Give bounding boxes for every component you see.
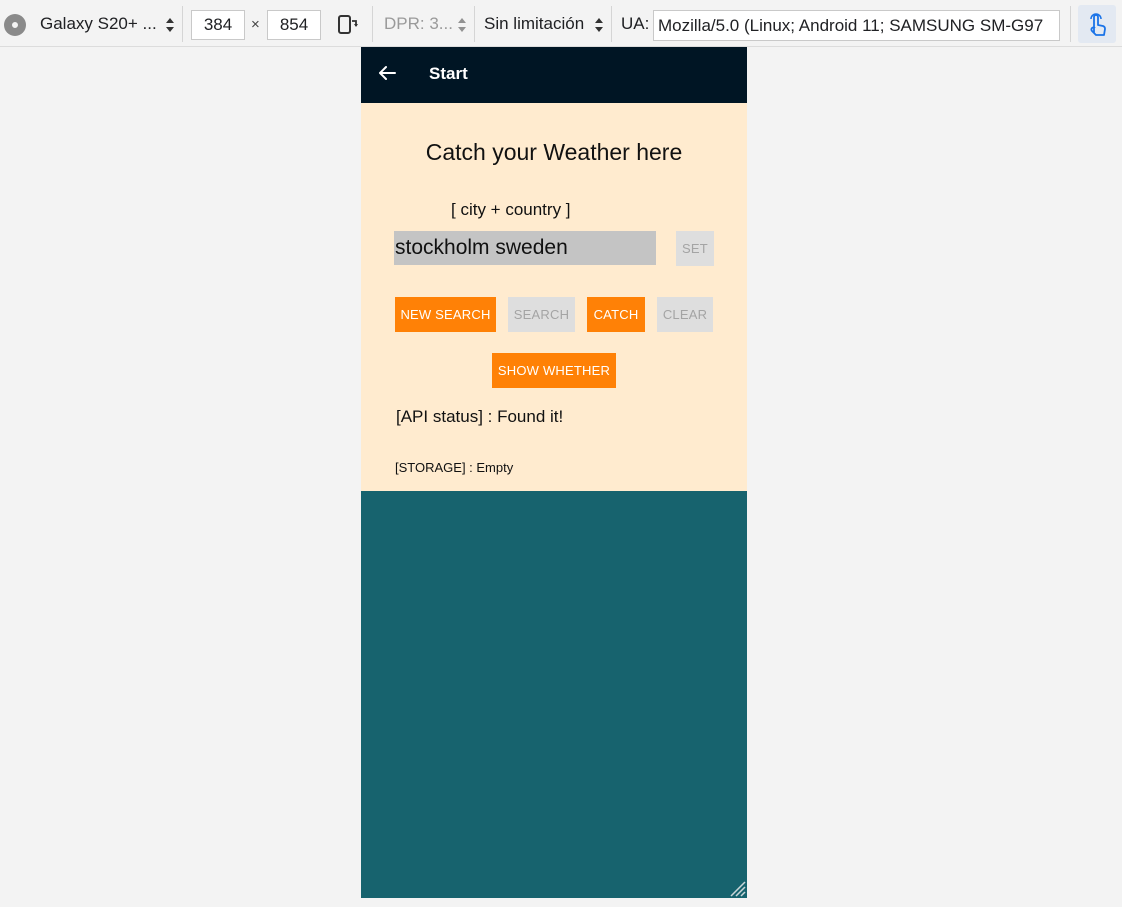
height-input[interactable]: 854: [267, 10, 321, 40]
divider: [474, 6, 475, 42]
throttle-select-arrows-icon: [595, 18, 603, 32]
back-arrow-icon[interactable]: [377, 63, 397, 83]
new-search-button[interactable]: NEW SEARCH: [395, 297, 496, 332]
touch-toggle-button[interactable]: [1078, 5, 1116, 43]
device-select-arrows-icon: [166, 18, 174, 32]
device-viewport: Start Catch your Weather here [ city + c…: [361, 47, 747, 898]
api-status: [API status] : Found it!: [396, 407, 564, 426]
dimension-separator: ×: [251, 16, 260, 33]
page-title: Start: [429, 64, 468, 83]
device-select[interactable]: Galaxy S20+ ...: [40, 14, 157, 34]
throttle-select[interactable]: Sin limitación: [484, 14, 584, 34]
storage-status: [STORAGE] : Empty: [395, 460, 514, 475]
set-button[interactable]: SET: [676, 231, 714, 266]
divider: [611, 6, 612, 42]
ua-input[interactable]: Mozilla/5.0 (Linux; Android 11; SAMSUNG …: [653, 10, 1060, 41]
dpr-select[interactable]: DPR: 3...: [384, 14, 453, 34]
search-button[interactable]: SEARCH: [508, 297, 575, 332]
show-weather-button[interactable]: SHOW WHETHER: [492, 353, 616, 388]
ua-label: UA:: [621, 14, 650, 33]
catch-button[interactable]: CATCH: [587, 297, 645, 332]
main-heading: Catch your Weather here: [425, 139, 683, 165]
weather-panel: Catch your Weather here [ city + country…: [361, 103, 747, 491]
device-toolbar: Galaxy S20+ ... 384 × 854 DPR: 3... Sin …: [0, 0, 1122, 47]
touch-hand-icon: [1090, 13, 1106, 36]
app-bar: Start: [361, 47, 747, 103]
width-input[interactable]: 384: [191, 10, 245, 40]
rotate-icon[interactable]: [337, 14, 359, 36]
city-input[interactable]: stockholm sweden: [394, 231, 656, 265]
resize-handle-icon[interactable]: [726, 877, 746, 897]
divider: [372, 6, 373, 42]
chrome-icon: [4, 14, 26, 36]
clear-button[interactable]: CLEAR: [657, 297, 713, 332]
divider: [182, 6, 183, 42]
dpr-select-arrows-icon: [458, 18, 466, 32]
divider: [1070, 6, 1071, 42]
input-hint: [ city + country ]: [451, 200, 571, 219]
